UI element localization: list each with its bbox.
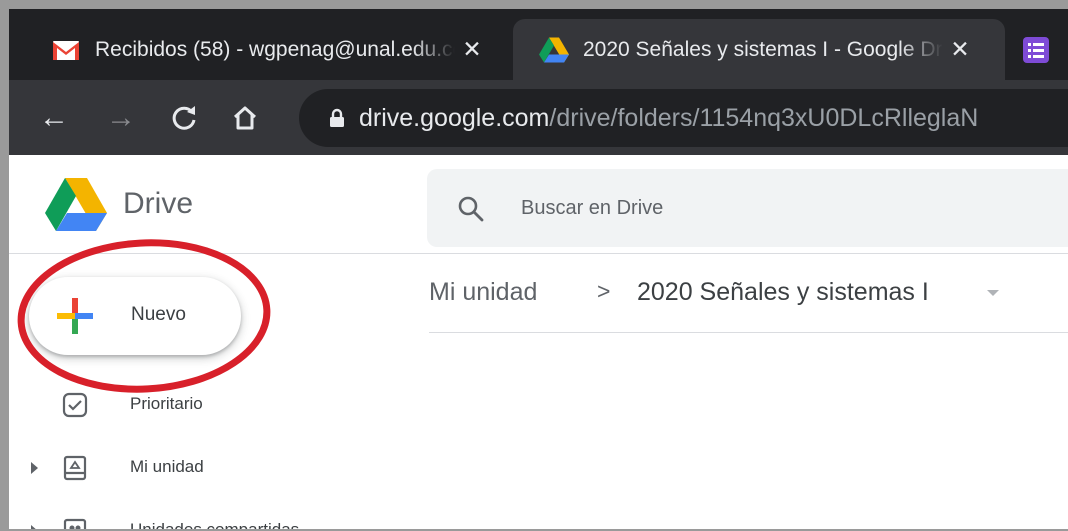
address-bar[interactable]: drive.google.com/drive/folders/1154nq3xU… <box>299 89 1068 147</box>
tab-title: Recibidos (58) - wgpenag@unal.edu.co <box>95 37 455 61</box>
reload-icon[interactable] <box>164 98 204 138</box>
browser-window: Recibidos (58) - wgpenag@unal.edu.co ✕ 2… <box>9 9 1068 529</box>
plus-icon <box>55 296 95 336</box>
expand-arrow-icon[interactable] <box>31 462 38 474</box>
tasks-list-icon <box>1021 35 1051 65</box>
sidebar-item-my-drive[interactable]: Mi unidad <box>9 444 409 494</box>
new-button-label: Nuevo <box>131 304 186 325</box>
priority-check-icon <box>61 391 89 419</box>
breadcrumb-current-folder[interactable]: 2020 Señales y sistemas I <box>637 278 929 307</box>
search-icon[interactable] <box>457 195 485 223</box>
google-drive-logo-icon[interactable] <box>45 177 107 231</box>
app-name[interactable]: Drive <box>123 187 193 221</box>
close-icon[interactable]: ✕ <box>455 36 489 63</box>
breadcrumb-root[interactable]: Mi unidad <box>429 278 537 307</box>
search-input[interactable] <box>521 169 1021 247</box>
back-arrow-icon[interactable]: ← <box>34 98 74 138</box>
sidebar-item-label: Unidades compartidas <box>130 520 299 529</box>
forward-arrow-icon[interactable]: → <box>101 98 141 138</box>
expand-arrow-icon[interactable] <box>31 525 38 529</box>
new-button[interactable]: Nuevo <box>29 277 241 355</box>
google-drive-icon <box>539 35 569 65</box>
drive-header: Drive <box>9 155 1068 254</box>
tab-gmail[interactable]: Recibidos (58) - wgpenag@unal.edu.co ✕ <box>35 19 513 80</box>
search-bar[interactable] <box>427 169 1068 247</box>
tab-strip: Recibidos (58) - wgpenag@unal.edu.co ✕ 2… <box>9 9 1068 80</box>
gmail-icon <box>51 35 81 65</box>
tab-tasks[interactable] <box>1013 19 1068 80</box>
my-drive-icon <box>61 454 89 482</box>
sidebar-item-label: Mi unidad <box>130 457 204 476</box>
sidebar-item-label: Prioritario <box>130 394 203 413</box>
chevron-right-icon: > <box>597 278 611 304</box>
url-path: /drive/folders/1154nq3xU0DLcRlleglaN <box>549 104 979 132</box>
url-host: drive.google.com <box>359 104 550 132</box>
url-text[interactable]: drive.google.com/drive/folders/1154nq3xU… <box>359 102 978 134</box>
home-icon[interactable] <box>225 98 265 138</box>
shared-drives-icon <box>61 517 89 529</box>
tab-title: 2020 Señales y sistemas I - Google Drive <box>583 37 943 61</box>
browser-toolbar: ← → drive.google.com/drive/folders/1154n… <box>9 80 1068 155</box>
lock-icon <box>329 108 345 128</box>
close-icon[interactable]: ✕ <box>943 36 977 63</box>
dropdown-caret-icon[interactable] <box>987 290 999 296</box>
tab-drive-active[interactable]: 2020 Señales y sistemas I - Google Drive… <box>513 19 1005 80</box>
sidebar-item-priority[interactable]: Prioritario <box>9 381 409 431</box>
breadcrumb: Mi unidad > 2020 Señales y sistemas I <box>429 254 1068 333</box>
sidebar-item-shared-drives[interactable]: Unidades compartidas <box>9 507 409 529</box>
